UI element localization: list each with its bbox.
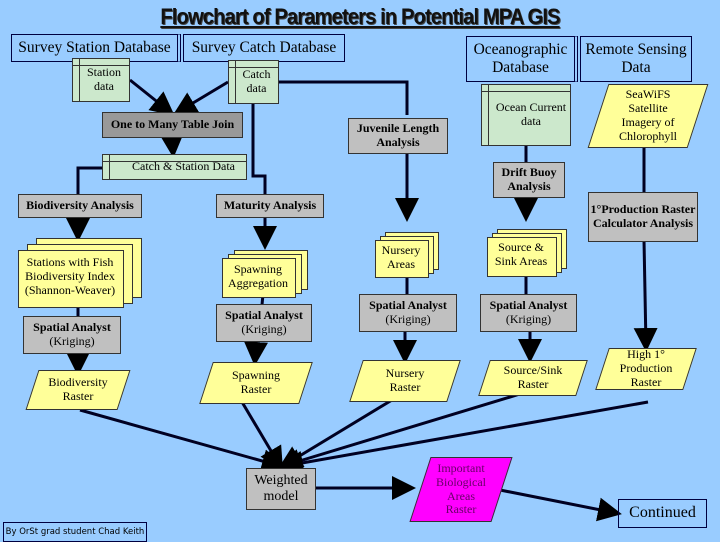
survey-catch-database: Survey Catch Database — [183, 34, 345, 62]
juvenile-length-process: Juvenile Length Analysis — [348, 118, 448, 154]
remote-sensing-data-label: Remote Sensing Data — [585, 41, 687, 76]
station-data-label: Station data — [86, 65, 121, 93]
biodiversity-raster-label: Biodiversity Raster — [48, 375, 108, 403]
station-data-store: Station data — [72, 58, 130, 102]
spatial-analyst-spawning: Spatial Analyst (Kriging) — [216, 304, 312, 342]
line-catch-to-maturity — [251, 102, 267, 195]
arrow-join-to-catchstation — [159, 133, 184, 158]
spawning-aggregation-label: Spawning Aggregation — [228, 262, 288, 290]
kriging-label: (Kriging) — [505, 312, 552, 326]
biodiversity-raster-output: Biodiversity Raster — [25, 370, 131, 410]
biodiversity-index-document: Stations with Fish Biodiversity Index (S… — [18, 238, 142, 308]
line-catch-to-juvenile — [278, 80, 409, 115]
kriging-label: (Kriging) — [385, 312, 431, 326]
flowchart: Flowchart of Parameters in Potential MPA… — [0, 0, 720, 542]
page-title: Flowchart of Parameters in Potential MPA… — [160, 4, 560, 29]
biodiversity-analysis-process: Biodiversity Analysis — [18, 194, 142, 218]
spatial-analyst-biodiversity: Spatial Analyst (Kriging) — [23, 316, 121, 354]
biodiversity-index-label: Stations with Fish Biodiversity Index (S… — [24, 255, 116, 297]
arrow-station-to-join — [129, 78, 175, 116]
high-production-raster-output: High 1° Production Raster — [595, 347, 697, 390]
drift-buoy-process: Drift Buoy Analysis — [493, 162, 565, 198]
catch-station-data-store: Catch & Station Data — [102, 154, 247, 180]
maturity-analysis-process: Maturity Analysis — [216, 194, 324, 218]
high-production-raster-label: High 1° Production Raster — [619, 347, 673, 389]
oceanographic-database-label: Oceanographic Database — [473, 41, 568, 76]
arrow-spatial-to-spawning-raster — [244, 341, 268, 366]
continued-link[interactable]: Continued — [618, 499, 707, 528]
kriging-label: (Kriging) — [49, 334, 95, 348]
spawning-raster-label: Spawning Raster — [232, 368, 280, 396]
ocean-current-data-store: Ocean Current data — [481, 84, 571, 146]
spatial-analyst-source-sink: Spatial Analyst (Kriging) — [480, 294, 577, 332]
table-join-process: One to Many Table Join — [102, 112, 243, 138]
weighted-model-process: Weighted model — [246, 468, 316, 510]
primary-production-process: 1°Production Raster Calculator Analysis — [588, 192, 698, 242]
source-sink-raster-output: Source/Sink Raster — [478, 360, 588, 396]
arrow-catch-to-join — [172, 80, 229, 116]
ocean-current-data-label: Ocean Current data — [495, 100, 567, 128]
seawifs-input: SeaWiFS Satellite Imagery of Chlorophyll — [587, 84, 709, 148]
nursery-areas-label: Nursery Areas — [381, 243, 421, 271]
arrow-production-to-high-raster — [633, 239, 658, 352]
catch-station-data-label: Catch & Station Data — [132, 159, 235, 174]
arrow-important-areas-to-continued — [499, 488, 622, 522]
table-join-label: One to Many Table Join — [110, 117, 235, 132]
catch-data-store: Catch data — [228, 60, 279, 104]
survey-catch-database-label: Survey Catch Database — [191, 39, 337, 57]
seawifs-label: SeaWiFS Satellite Imagery of Chlorophyll — [618, 87, 677, 143]
remote-sensing-data: Remote Sensing Data — [580, 36, 692, 82]
spatial-analyst-label: Spatial Analyst — [33, 320, 111, 335]
nursery-raster-output: Nursery Raster — [349, 360, 461, 402]
kriging-label: (Kriging) — [241, 322, 287, 336]
spatial-analyst-nursery: Spatial Analyst (Kriging) — [359, 294, 457, 332]
spatial-analyst-label: Spatial Analyst — [225, 308, 303, 323]
maturity-analysis-label: Maturity Analysis — [223, 198, 317, 213]
juvenile-length-label: Juvenile Length Analysis — [356, 121, 440, 149]
spawning-aggregation-document: Spawning Aggregation — [222, 250, 308, 298]
important-areas-raster-label: Important Biological Areas Raster — [436, 460, 486, 517]
arrow-catchstation-to-biodiversity — [76, 166, 102, 194]
survey-station-database-label: Survey Station Database — [18, 39, 171, 57]
nursery-raster-label: Nursery Raster — [385, 366, 425, 394]
nursery-areas-document: Nursery Areas — [375, 232, 439, 278]
author-credit: By OrSt grad student Chad Keith — [3, 522, 147, 542]
continued-label[interactable]: Continued — [629, 504, 696, 522]
catch-data-label: Catch data — [242, 67, 271, 95]
drift-buoy-label: Drift Buoy Analysis — [501, 165, 557, 193]
source-sink-areas-label: Source & Sink Areas — [494, 240, 548, 268]
weighted-model-label: Weighted model — [254, 472, 308, 504]
spatial-analyst-label: Spatial Analyst — [489, 298, 568, 313]
source-sink-areas-document: Source & Sink Areas — [487, 229, 567, 277]
important-areas-raster-output: Important Biological Areas Raster — [409, 457, 513, 522]
primary-production-label: 1°Production Raster Calculator Analysis — [590, 202, 696, 230]
source-sink-raster-label: Source/Sink Raster — [503, 363, 563, 391]
spawning-raster-output: Spawning Raster — [199, 362, 313, 404]
biodiversity-analysis-label: Biodiversity Analysis — [26, 198, 134, 213]
oceanographic-database: Oceanographic Database — [466, 36, 578, 82]
spatial-analyst-label: Spatial Analyst — [369, 298, 447, 313]
